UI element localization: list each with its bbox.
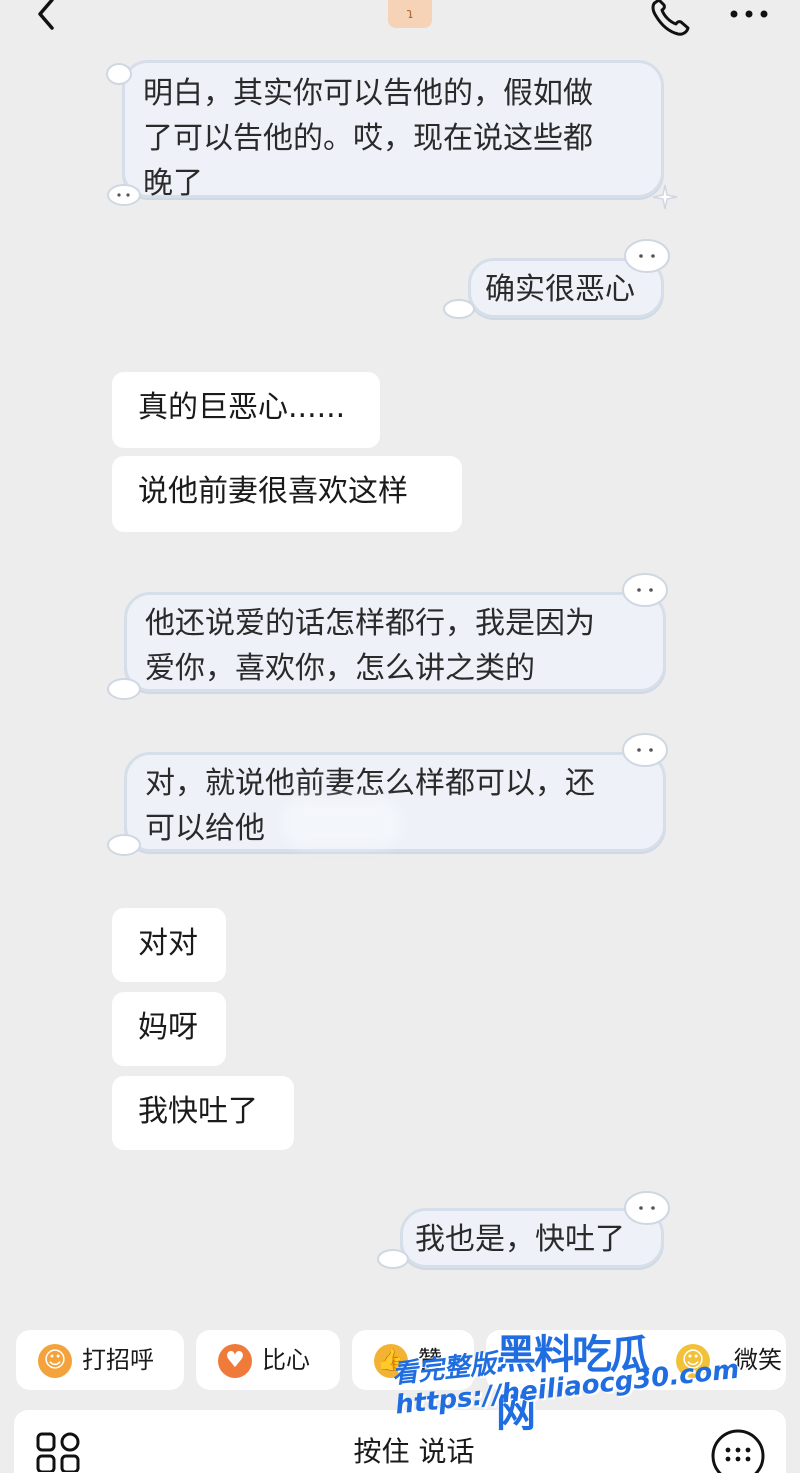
quick-reply-label: 比心 (262, 1346, 310, 1374)
quick-reply-greet[interactable]: ☺ 打招呼 (16, 1330, 184, 1390)
message-text: 真的巨恶心...... (138, 390, 346, 425)
contact-avatar[interactable]: ɿ (388, 0, 432, 28)
message-bubble-cute[interactable]: 我也是，快吐了 (400, 1208, 664, 1268)
chat-top-bar: ɿ (0, 0, 800, 50)
hold-to-talk-button[interactable]: 按住 说话 (274, 1430, 554, 1470)
quick-reply-heart[interactable]: ♥ 比心 (196, 1330, 340, 1390)
message-text: 我快吐了 (138, 1094, 258, 1129)
message-text: 说他前妻很喜欢这样 (138, 474, 408, 509)
apps-grid-icon[interactable] (36, 1432, 82, 1472)
ellipsis-icon (730, 10, 768, 18)
redaction-blur (282, 800, 402, 846)
phone-icon (651, 0, 690, 36)
message-bubble-cute[interactable]: 确实很恶心 (468, 258, 664, 318)
chevron-left-icon (38, 0, 54, 30)
message-bubble[interactable]: 说他前妻很喜欢这样 (112, 456, 462, 532)
message-text: 确实很恶心 (485, 272, 635, 307)
voice-call-button[interactable] (648, 0, 690, 36)
more-options-button[interactable] (728, 0, 772, 28)
message-bubble-cute[interactable]: 明白，其实你可以告他的，假如做 了可以告他的。哎，现在说这些都 晚了 (122, 60, 664, 201)
message-bubble[interactable]: 妈呀 (112, 992, 226, 1066)
message-bubble-cute[interactable]: 他还说爱的话怎样都行，我是因为 爱你，喜欢你，怎么讲之类的 (124, 592, 666, 692)
keyboard-icon[interactable] (710, 1428, 766, 1473)
message-bubble[interactable]: 真的巨恶心...... (112, 372, 380, 448)
message-text: 他还说爱的话怎样都行，我是因为 爱你，喜欢你，怎么讲之类的 (145, 606, 595, 686)
smile-emoji-icon: ☺ (38, 1344, 72, 1378)
message-text: 对对 (138, 926, 198, 961)
heart-hands-emoji-icon: ♥ (218, 1344, 252, 1378)
message-text: 我也是，快吐了 (415, 1222, 625, 1257)
message-bubble[interactable]: 我快吐了 (112, 1076, 294, 1150)
back-button[interactable] (34, 0, 58, 34)
message-text: 明白，其实你可以告他的，假如做 了可以告他的。哎，现在说这些都 晚了 (143, 76, 593, 201)
quick-reply-label: 打招呼 (82, 1346, 154, 1374)
message-text: 对，就说他前妻怎么样都可以，还 可以给他 (145, 766, 595, 846)
message-text: 妈呀 (138, 1010, 198, 1045)
message-bubble[interactable]: 对对 (112, 908, 226, 982)
